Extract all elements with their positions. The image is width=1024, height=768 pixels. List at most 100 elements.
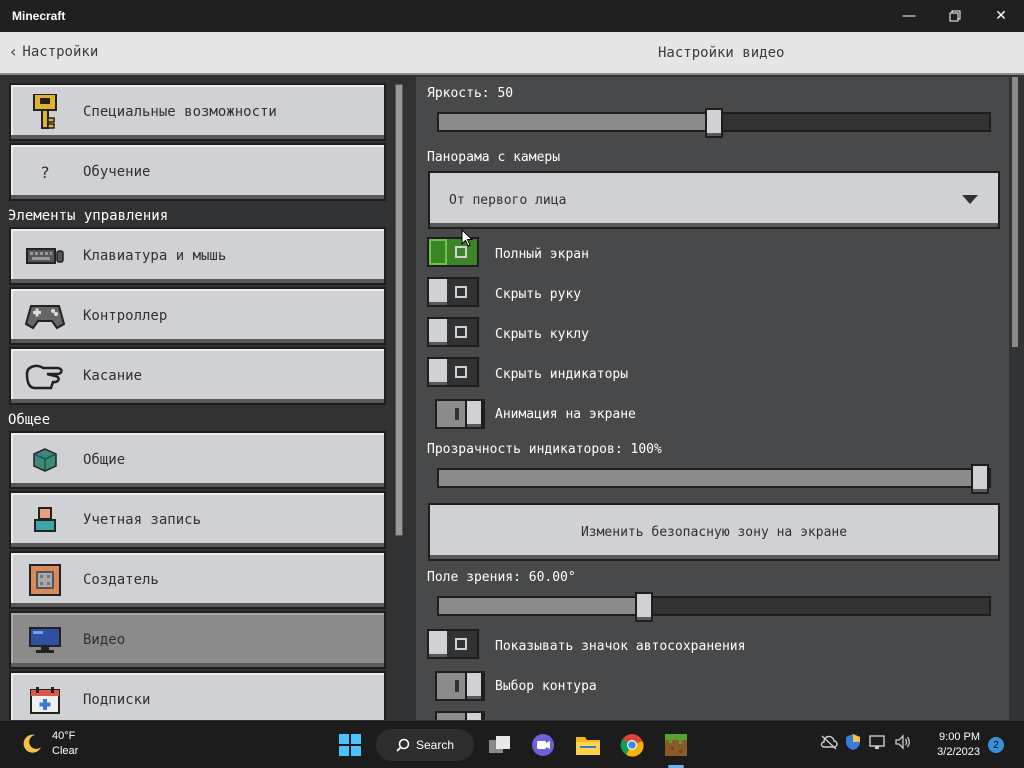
cloud-off-icon[interactable]: [820, 734, 838, 750]
chevron-left-icon: ‹: [10, 42, 17, 61]
sidebar-item-general[interactable]: Общие: [9, 431, 386, 489]
hud-opacity-label: Прозрачность индикаторов: 100%: [427, 442, 662, 457]
sidebar-item-account[interactable]: Учетная запись: [9, 491, 386, 549]
chrome-icon: [620, 734, 644, 757]
touch-icon: [25, 358, 65, 394]
slider-fill: [439, 114, 715, 130]
system-tray: [820, 733, 912, 751]
slider-knob[interactable]: [971, 464, 989, 494]
mouse-cursor-icon: [461, 229, 473, 247]
title-bar: Minecraft — ✕: [0, 0, 1024, 32]
page-title: Настройки видео: [658, 45, 785, 61]
start-button[interactable]: [334, 729, 366, 761]
volume-icon[interactable]: [894, 734, 912, 750]
sidebar-item-label: Касание: [83, 368, 143, 384]
creator-icon: [25, 562, 65, 598]
hide-hud-toggle[interactable]: [427, 357, 479, 387]
hide-doll-toggle[interactable]: [427, 317, 479, 347]
sidebar-item-creator[interactable]: Создатель: [9, 551, 386, 609]
sidebar-scrollbar[interactable]: [395, 84, 403, 536]
notification-badge[interactable]: 2: [988, 737, 1004, 753]
fov-label: Поле зрения: 60.00°: [427, 570, 576, 585]
search-label: Search: [416, 738, 455, 752]
chrome-button[interactable]: [616, 729, 648, 761]
search-icon: [396, 738, 410, 752]
task-view-button[interactable]: [484, 729, 516, 761]
weather-temp: 40°F: [52, 730, 76, 742]
hide-doll-label: Скрыть куклу: [495, 327, 589, 342]
sidebar-item-tutorial[interactable]: ? Обучение: [9, 143, 386, 201]
sidebar-item-touch[interactable]: Касание: [9, 347, 386, 405]
question-icon: ?: [40, 162, 50, 182]
slider-knob[interactable]: [635, 592, 653, 622]
file-explorer-button[interactable]: [572, 729, 604, 761]
minimize-button[interactable]: —: [886, 0, 932, 32]
cube-icon: [25, 442, 65, 478]
sidebar-item-video[interactable]: Видео: [9, 611, 386, 669]
gamepad-icon: [25, 298, 65, 334]
caret-down-icon: [962, 195, 978, 204]
hide-hand-label: Скрыть руку: [495, 287, 582, 302]
next-setting-toggle[interactable]: [435, 711, 485, 720]
outline-selection-label: Выбор контура: [495, 679, 597, 694]
slider-fill: [439, 470, 989, 486]
clock-time: 9:00 PM: [939, 731, 980, 743]
minecraft-button[interactable]: [660, 729, 692, 761]
monitor-icon: [25, 622, 65, 658]
grass-block-icon: [665, 734, 687, 756]
outline-selection-toggle[interactable]: [435, 671, 485, 701]
settings-scrollbar[interactable]: [1012, 77, 1018, 347]
sidebar-item-keyboard-mouse[interactable]: Клавиатура и мышь: [9, 227, 386, 285]
camera-dropdown-value: От первого лица: [449, 192, 567, 208]
video-settings-panel: Яркость: 50 Панорама с камеры От первого…: [416, 77, 1009, 720]
clock-date: 3/2/2023: [937, 746, 980, 758]
calendar-icon: [25, 682, 65, 718]
close-icon: ✕: [995, 8, 1007, 24]
section-label-controls: Элементы управления: [8, 208, 169, 224]
settings-header: ‹ Настройки Настройки видео: [0, 32, 1024, 75]
slider-fill: [439, 598, 645, 614]
brightness-label: Яркость: 50: [427, 86, 514, 101]
minimize-icon: —: [902, 8, 916, 24]
hud-opacity-slider[interactable]: [437, 464, 991, 494]
section-label-general: Общее: [8, 412, 51, 428]
maximize-button[interactable]: [932, 0, 978, 32]
sidebar-item-controller[interactable]: Контроллер: [9, 287, 386, 345]
fullscreen-label: Полный экран: [495, 247, 589, 262]
safe-zone-button[interactable]: Изменить безопасную зону на экране: [428, 503, 1000, 561]
close-button[interactable]: ✕: [978, 0, 1024, 32]
taskbar-clock[interactable]: 9:00 PM 3/2/2023: [926, 730, 980, 760]
folder-icon: [576, 737, 600, 755]
key-icon: [25, 94, 65, 130]
screen-animation-toggle[interactable]: [435, 399, 485, 429]
hide-hand-toggle[interactable]: [427, 277, 479, 307]
sidebar-item-accessibility[interactable]: Специальные возможности: [9, 83, 386, 141]
sidebar-item-label: Обучение: [83, 164, 151, 180]
account-icon: [25, 502, 65, 538]
camera-dropdown[interactable]: От первого лица: [428, 171, 1000, 229]
restore-icon: [949, 10, 961, 22]
sidebar-item-label: Специальные возможности: [83, 104, 277, 120]
hide-hud-label: Скрыть индикаторы: [495, 367, 629, 382]
moon-icon: [23, 734, 41, 753]
camera-label: Панорама с камеры: [427, 150, 561, 165]
taskbar-search[interactable]: Search: [376, 729, 474, 761]
network-icon[interactable]: [868, 734, 888, 750]
weather-widget[interactable]: 40°F Clear: [20, 729, 78, 759]
sidebar-item-label: Учетная запись: [83, 512, 202, 528]
sidebar-item-label: Создатель: [83, 572, 159, 588]
sidebar-item-label: Видео: [83, 632, 126, 648]
taskbar: 40°F Clear Search 9:00 PM 3/2/2023 2: [0, 720, 1024, 768]
autosave-icon-toggle[interactable]: [427, 629, 479, 659]
back-label: Настройки: [22, 43, 99, 60]
teams-button[interactable]: [527, 729, 559, 761]
fov-slider[interactable]: [437, 592, 991, 622]
security-shield-icon[interactable]: [844, 733, 862, 751]
keyboard-icon: [25, 238, 65, 274]
brightness-slider[interactable]: [437, 108, 991, 138]
back-button[interactable]: ‹ Настройки: [10, 42, 98, 61]
app-title: Minecraft: [12, 9, 66, 23]
video-chat-icon: [532, 734, 554, 756]
sidebar-item-label: Общие: [83, 452, 126, 468]
slider-knob[interactable]: [705, 108, 723, 138]
